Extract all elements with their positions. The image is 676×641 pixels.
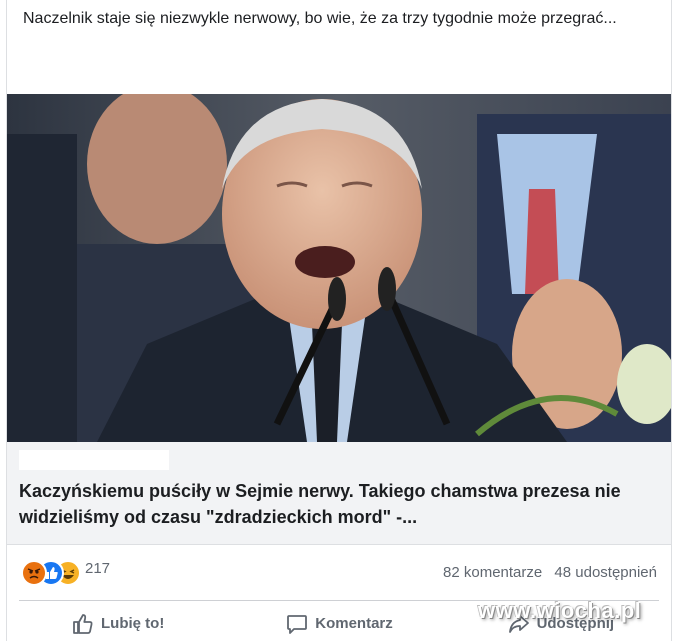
- photo-illustration: [7, 94, 671, 442]
- link-domain-redacted: [19, 450, 169, 470]
- like-button[interactable]: Lubię to!: [7, 606, 228, 641]
- comment-icon: [287, 614, 308, 634]
- comment-label: Komentarz: [315, 615, 393, 632]
- post-text: Naczelnik staje się niezwykle nerwowy, b…: [23, 10, 617, 27]
- thumbs-up-icon: [73, 613, 93, 634]
- comments-count[interactable]: 82 komentarze: [443, 564, 542, 581]
- engagement-counts: 82 komentarze 48 udostępnień: [435, 564, 657, 581]
- post-photo[interactable]: i: [7, 94, 671, 442]
- reaction-count[interactable]: 217: [85, 560, 110, 577]
- link-preview[interactable]: Kaczyńskiemu puściły w Sejmie nerwy. Tak…: [7, 442, 671, 545]
- site-watermark: www.wiocha.pl: [478, 598, 642, 623]
- like-label: Lubię to!: [101, 615, 165, 632]
- post-stats: 217 82 komentarze 48 udostępnień: [7, 556, 671, 590]
- link-title[interactable]: Kaczyńskiemu puściły w Sejmie nerwy. Tak…: [19, 478, 655, 530]
- angry-reaction-icon: [21, 560, 47, 586]
- shares-count[interactable]: 48 udostępnień: [554, 564, 657, 581]
- comment-button[interactable]: Komentarz: [228, 606, 449, 641]
- post-card: Naczelnik staje się niezwykle nerwowy, b…: [6, 0, 672, 641]
